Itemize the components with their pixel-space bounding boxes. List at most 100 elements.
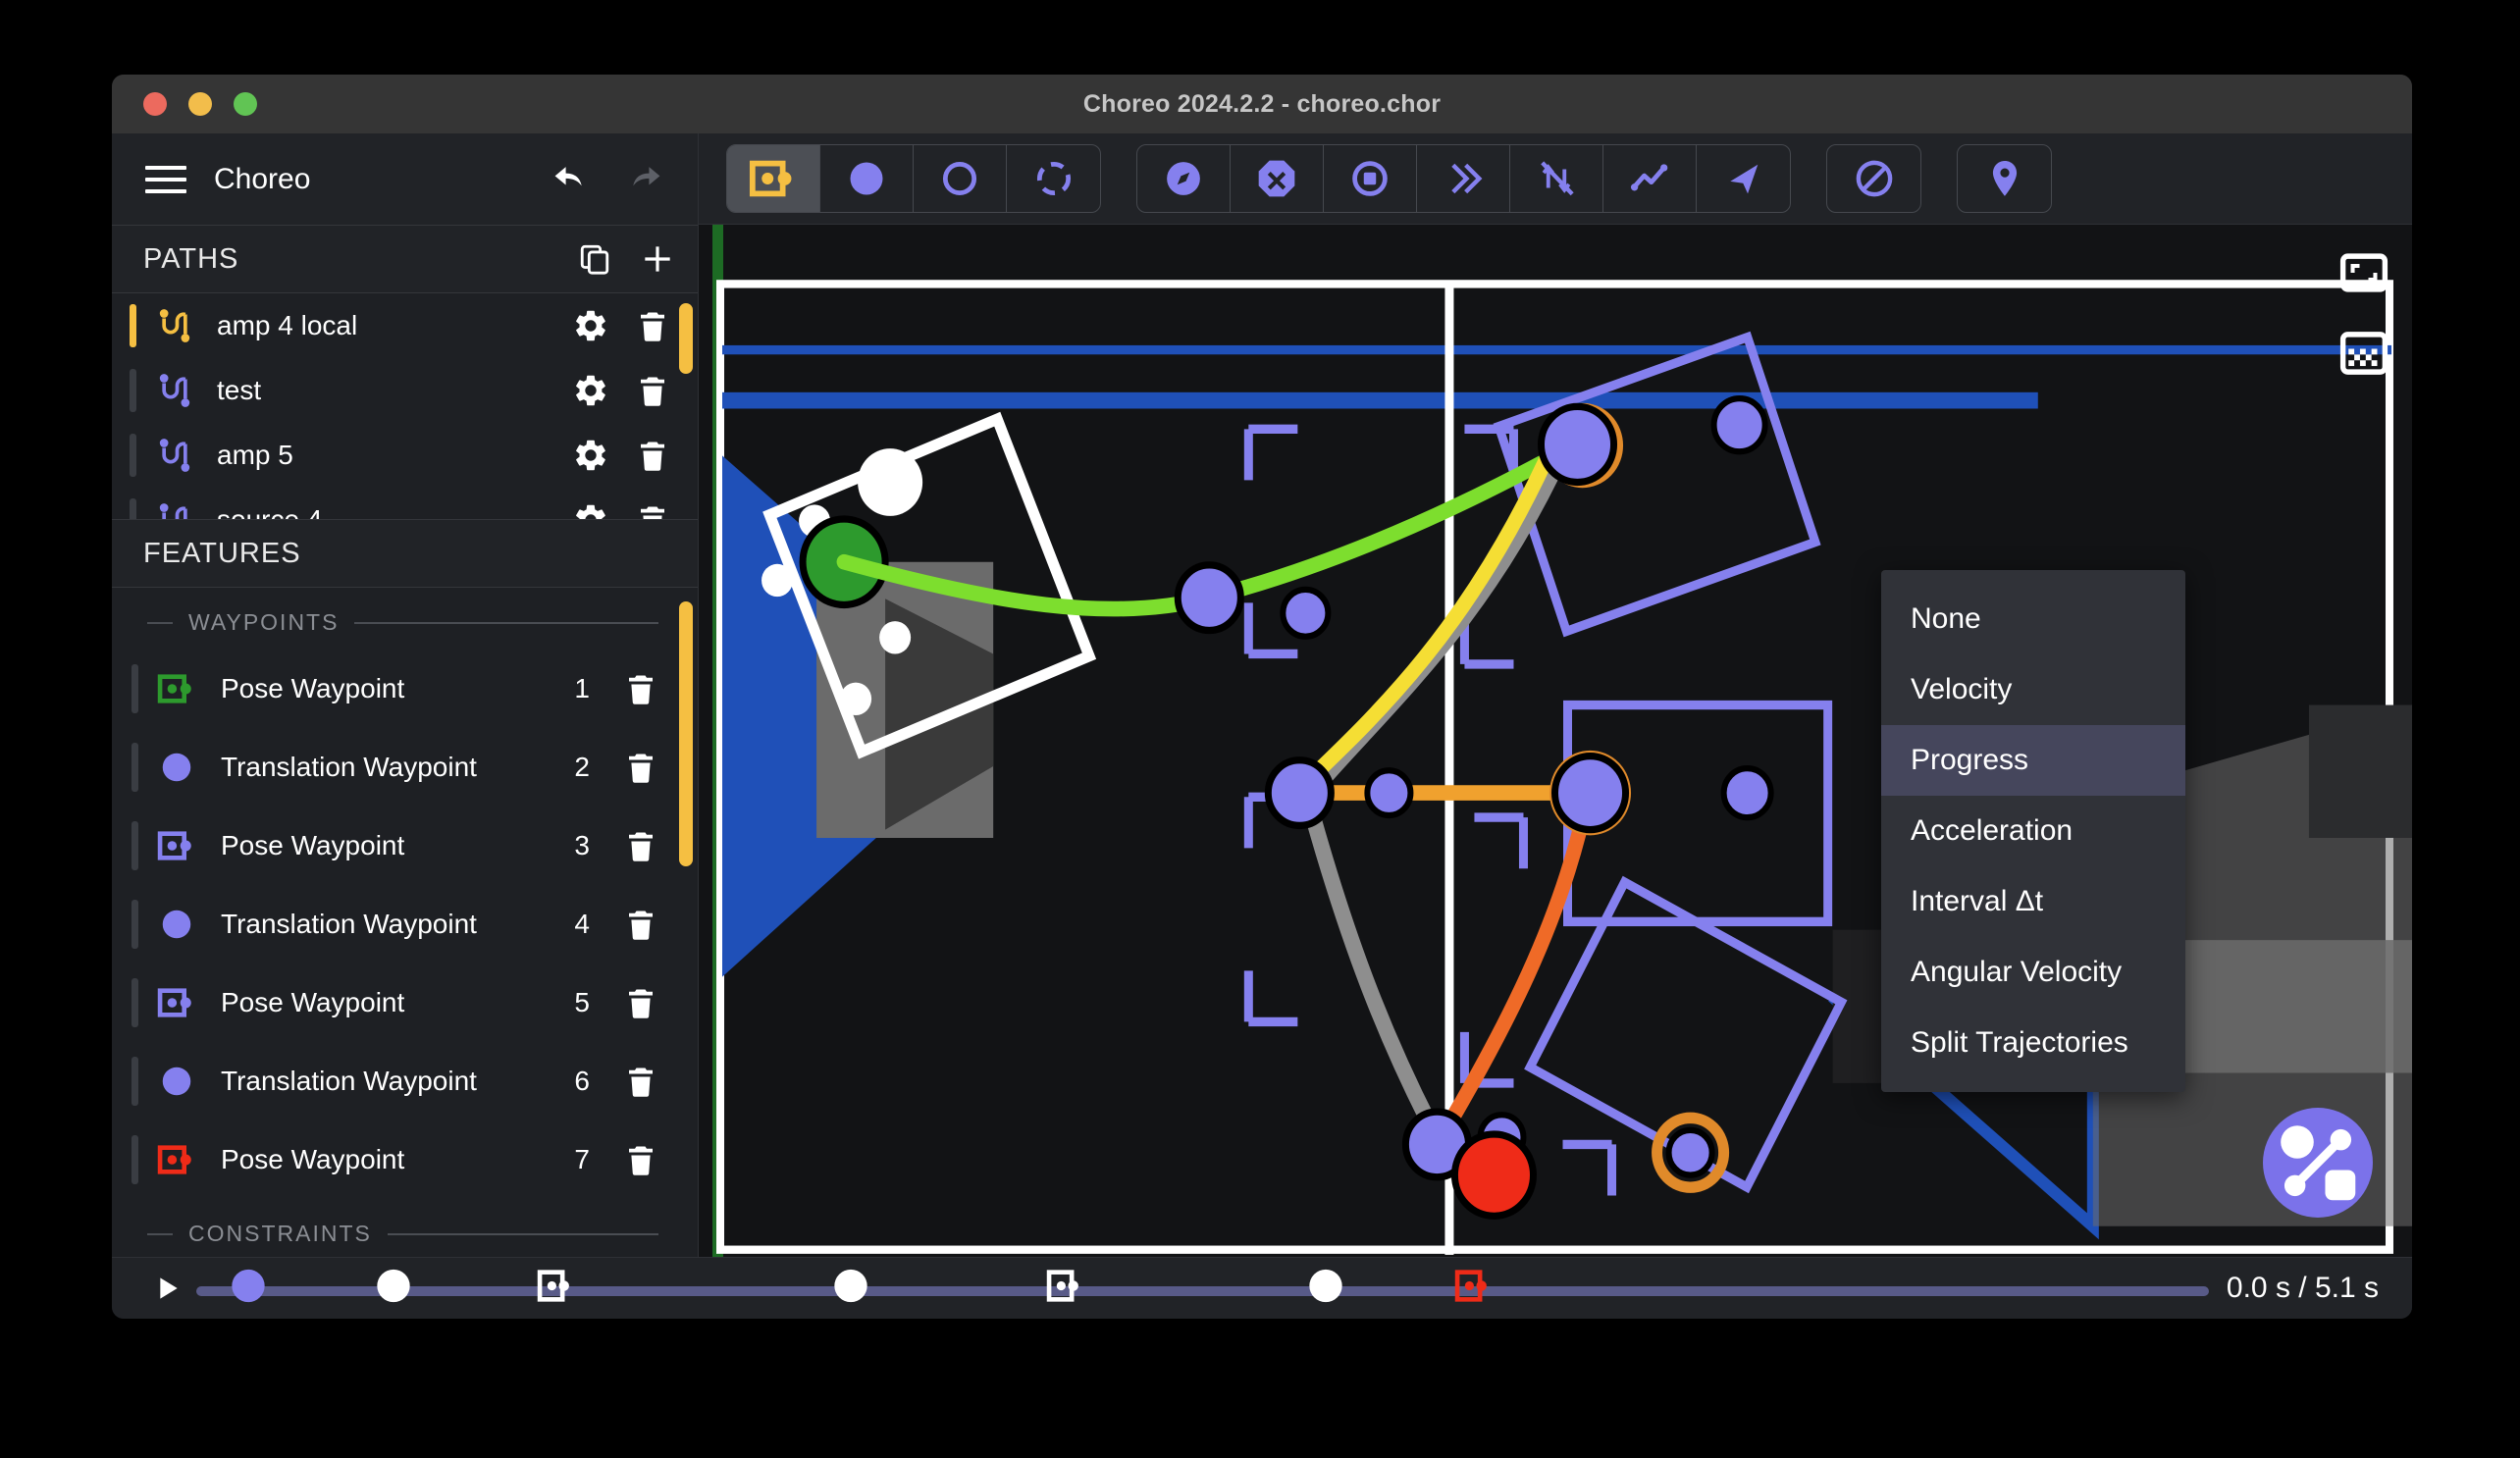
waypoint-delete-trash-icon[interactable] xyxy=(623,671,658,706)
waypoint-list-item[interactable]: Translation Waypoint 6 xyxy=(112,1042,698,1120)
hamburger-menu-icon[interactable] xyxy=(145,165,186,193)
waypoint-selection-indicator xyxy=(131,900,138,949)
waypoint-selection-indicator xyxy=(131,664,138,713)
paths-list[interactable]: amp 4 local test amp 5 source 4 xyxy=(112,293,698,519)
waypoint-list-item-label: Translation Waypoint xyxy=(221,1066,477,1096)
path-settings-gear-icon[interactable] xyxy=(572,307,609,344)
path-settings-gear-icon[interactable] xyxy=(572,372,609,409)
window-body: Choreo PATHS amp 4 local test amp 5 FEAT… xyxy=(112,133,2412,1257)
waypoint-list-item-label: Translation Waypoint xyxy=(221,752,477,782)
generate-path-button[interactable] xyxy=(2263,1108,2373,1218)
waypoint-selection-indicator xyxy=(131,743,138,792)
timeline-translation-marker[interactable] xyxy=(831,1267,870,1311)
play-icon[interactable] xyxy=(137,1273,196,1304)
path-delete-trash-icon[interactable] xyxy=(635,308,670,343)
path-selection-indicator xyxy=(130,498,136,519)
waypoint-selection-indicator xyxy=(131,1057,138,1106)
waypoint-list-item[interactable]: Pose Waypoint 7 xyxy=(112,1120,698,1199)
view-menu-item[interactable]: Progress xyxy=(1881,725,2185,796)
keep-out-circle-icon[interactable] xyxy=(1827,145,1920,212)
waypoint-2-marker xyxy=(1174,561,1244,635)
left-sidebar: Choreo PATHS amp 4 local test amp 5 FEAT… xyxy=(112,133,699,1257)
path-selection-indicator xyxy=(130,369,136,412)
features-list[interactable]: WAYPOINTS Pose Waypoint 1 Translation Wayp… xyxy=(112,588,698,1257)
path-list-item[interactable]: source 4 xyxy=(112,488,698,519)
waypoint-list-item[interactable]: Translation Waypoint 2 xyxy=(112,728,698,807)
waypoint-end-marker xyxy=(1450,1130,1537,1220)
undo-icon[interactable] xyxy=(551,158,594,201)
waypoint-sample-dot xyxy=(1364,767,1414,819)
translation-waypoint-tool-icon[interactable] xyxy=(820,145,914,212)
chevrons-right-icon[interactable] xyxy=(1417,145,1510,212)
timeline-translation-marker[interactable] xyxy=(374,1267,413,1311)
waypoint-index: 3 xyxy=(574,830,590,860)
map-pin-icon[interactable] xyxy=(1958,145,2051,212)
waypoint-list-item[interactable]: Pose Waypoint 3 xyxy=(112,807,698,885)
path-settings-gear-icon[interactable] xyxy=(572,437,609,474)
add-path-button[interactable] xyxy=(639,240,676,278)
app-name: Choreo xyxy=(214,162,311,195)
path-settings-gear-icon[interactable] xyxy=(572,501,609,519)
path-list-item[interactable]: amp 5 xyxy=(112,423,698,488)
path-list-item[interactable]: amp 4 local xyxy=(112,293,698,358)
view-menu-item[interactable]: Acceleration xyxy=(1881,796,2185,866)
toolbar-group xyxy=(1957,144,2052,213)
path-route-icon xyxy=(154,371,195,410)
timeline-track-wrap[interactable] xyxy=(196,1258,2209,1320)
waypoint-list-item[interactable]: Pose Waypoint 1 xyxy=(112,650,698,728)
timeline-pose-marker[interactable] xyxy=(537,1267,576,1311)
timeline-translation-marker[interactable] xyxy=(229,1267,268,1311)
timeline-translation-marker[interactable] xyxy=(1306,1267,1345,1311)
velocity-graph-icon[interactable] xyxy=(1603,145,1697,212)
waypoint-delete-trash-icon[interactable] xyxy=(623,907,658,942)
path-selection-indicator xyxy=(130,304,136,347)
view-menu-item[interactable]: Velocity xyxy=(1881,654,2185,725)
navigate-icon[interactable] xyxy=(1137,145,1231,212)
field-canvas[interactable]: None Velocity Progress Acceleration Interval… xyxy=(699,225,2412,1257)
view-menu-item[interactable]: Angular Velocity xyxy=(1881,937,2185,1008)
timeline-pose-marker[interactable] xyxy=(1454,1267,1494,1311)
waypoint-delete-trash-icon[interactable] xyxy=(623,985,658,1020)
heading-arrow-icon[interactable] xyxy=(1697,145,1790,212)
waypoint-list-item[interactable]: Pose Waypoint 5 xyxy=(112,963,698,1042)
waypoint-delete-trash-icon[interactable] xyxy=(623,1064,658,1099)
pose-waypoint-tool-icon[interactable] xyxy=(727,145,820,212)
toolbar-group xyxy=(1136,144,1791,213)
timeline-pose-marker[interactable] xyxy=(1046,1267,1085,1311)
waypoint-selection-indicator xyxy=(131,1135,138,1184)
grid-toggle-icon[interactable] xyxy=(2337,327,2390,380)
waypoint-delete-trash-icon[interactable] xyxy=(623,750,658,785)
path-delete-trash-icon[interactable] xyxy=(635,438,670,473)
waypoint-delete-trash-icon[interactable] xyxy=(623,1142,658,1177)
duplicate-icon[interactable] xyxy=(578,242,611,276)
waypoints-group-label: WAYPOINTS xyxy=(112,588,698,650)
stop-point-icon[interactable] xyxy=(1324,145,1417,212)
no-swerve-icon[interactable] xyxy=(1510,145,1603,212)
view-menu-item[interactable]: None xyxy=(1881,584,2185,654)
pose-waypoint-icon xyxy=(154,826,199,865)
view-menu-item[interactable]: Interval Δt xyxy=(1881,866,2185,937)
waypoint-delete-trash-icon[interactable] xyxy=(623,828,658,863)
waypoint-5-marker xyxy=(1550,752,1630,834)
obstacle-x-icon[interactable] xyxy=(1231,145,1324,212)
toolbar-group xyxy=(726,144,1101,213)
features-panel-title: FEATURES xyxy=(143,537,301,569)
features-scrollbar[interactable] xyxy=(679,601,693,866)
timeline-track[interactable] xyxy=(196,1285,2209,1296)
view-menu-item[interactable]: Split Trajectories xyxy=(1881,1008,2185,1078)
path-delete-trash-icon[interactable] xyxy=(635,373,670,408)
path-route-icon xyxy=(154,500,195,519)
waypoint-list-item[interactable]: Translation Waypoint 4 xyxy=(112,885,698,963)
sidebar-app-bar: Choreo xyxy=(112,133,698,225)
empty-waypoint-tool-icon[interactable] xyxy=(914,145,1007,212)
waypoint-4-marker xyxy=(1264,756,1335,830)
translation-waypoint-icon xyxy=(154,1063,199,1100)
path-list-item[interactable]: test xyxy=(112,358,698,423)
fit-view-icon[interactable] xyxy=(2337,246,2390,299)
waypoint-list-item-label: Pose Waypoint xyxy=(221,1144,405,1174)
path-delete-trash-icon[interactable] xyxy=(635,502,670,519)
paths-scrollbar[interactable] xyxy=(679,303,693,374)
guess-waypoint-tool-icon[interactable] xyxy=(1007,145,1100,212)
redo-icon[interactable] xyxy=(621,158,664,201)
view-mode-dropdown-menu[interactable]: None Velocity Progress Acceleration Interval… xyxy=(1881,570,2185,1092)
